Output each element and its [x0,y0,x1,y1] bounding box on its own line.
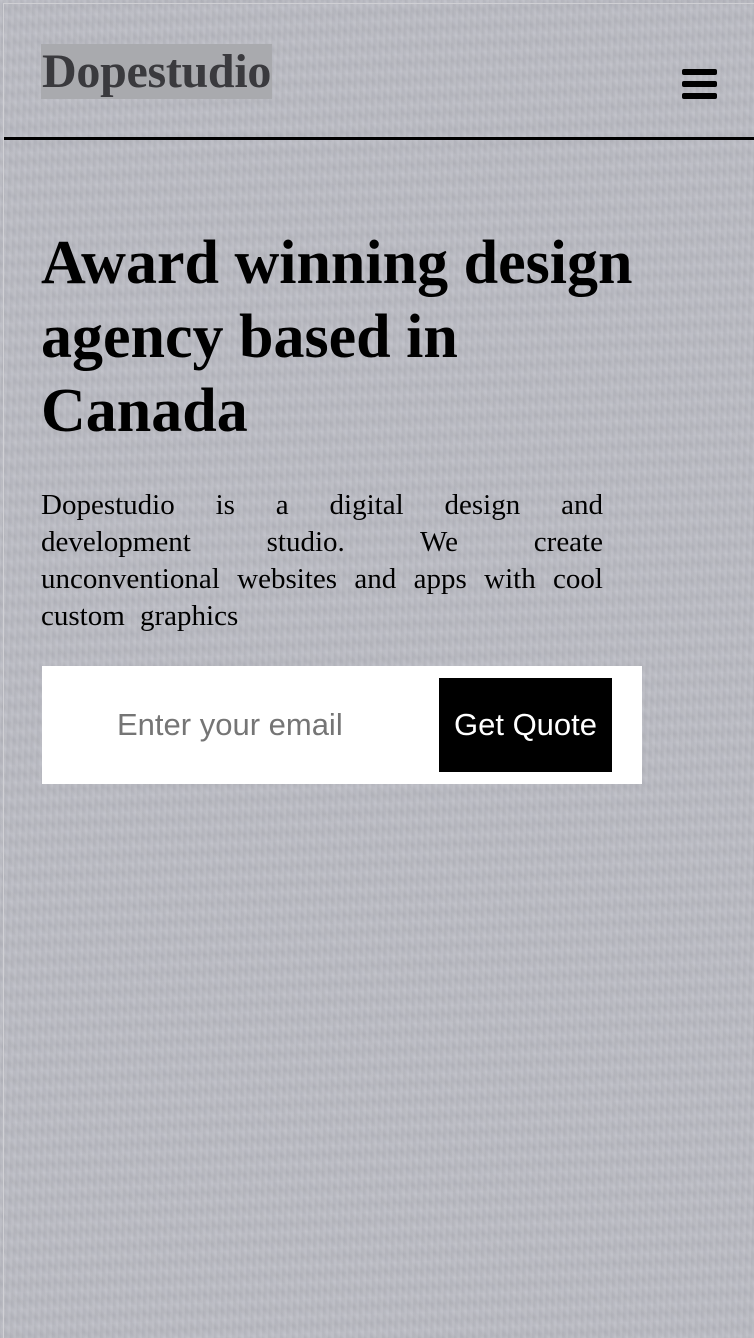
brand-logo[interactable]: Dopestudio [41,44,273,99]
email-input[interactable] [102,678,447,772]
hero-description: Dopestudio is a digital design and devel… [41,489,603,632]
hero-headline: Award winning design agency based in Can… [41,229,633,445]
menu-bar-top [682,69,717,75]
hero-section: Award winning design agency based in Can… [41,226,641,448]
quote-form: Get Quote [42,666,642,784]
menu-bar-middle [682,81,717,87]
get-quote-button[interactable]: Get Quote [439,678,612,772]
menu-bar-bottom [682,93,717,99]
navbar: Dopestudio [4,0,754,140]
hamburger-menu-icon[interactable] [682,67,718,101]
